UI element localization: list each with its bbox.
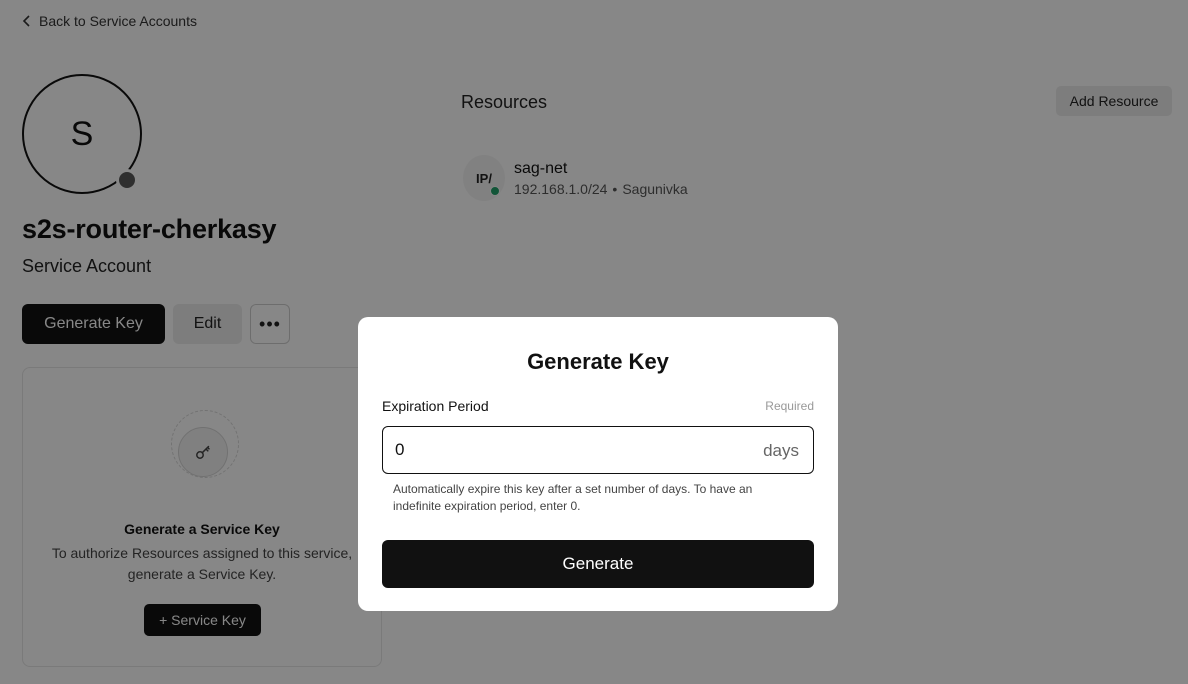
days-suffix: days <box>763 441 799 460</box>
expiration-help-text: Automatically expire this key after a se… <box>393 482 753 513</box>
dialog-title: Generate Key <box>527 349 669 374</box>
required-indicator: Required <box>765 399 814 413</box>
generate-key-dialog: Generate Key Expiration Period Required … <box>358 317 838 611</box>
generate-button[interactable]: Generate <box>382 540 814 588</box>
expiration-period-input[interactable] <box>395 427 735 473</box>
expiration-period-label: Expiration Period <box>382 398 489 414</box>
expiration-period-field[interactable]: days <box>382 426 814 474</box>
